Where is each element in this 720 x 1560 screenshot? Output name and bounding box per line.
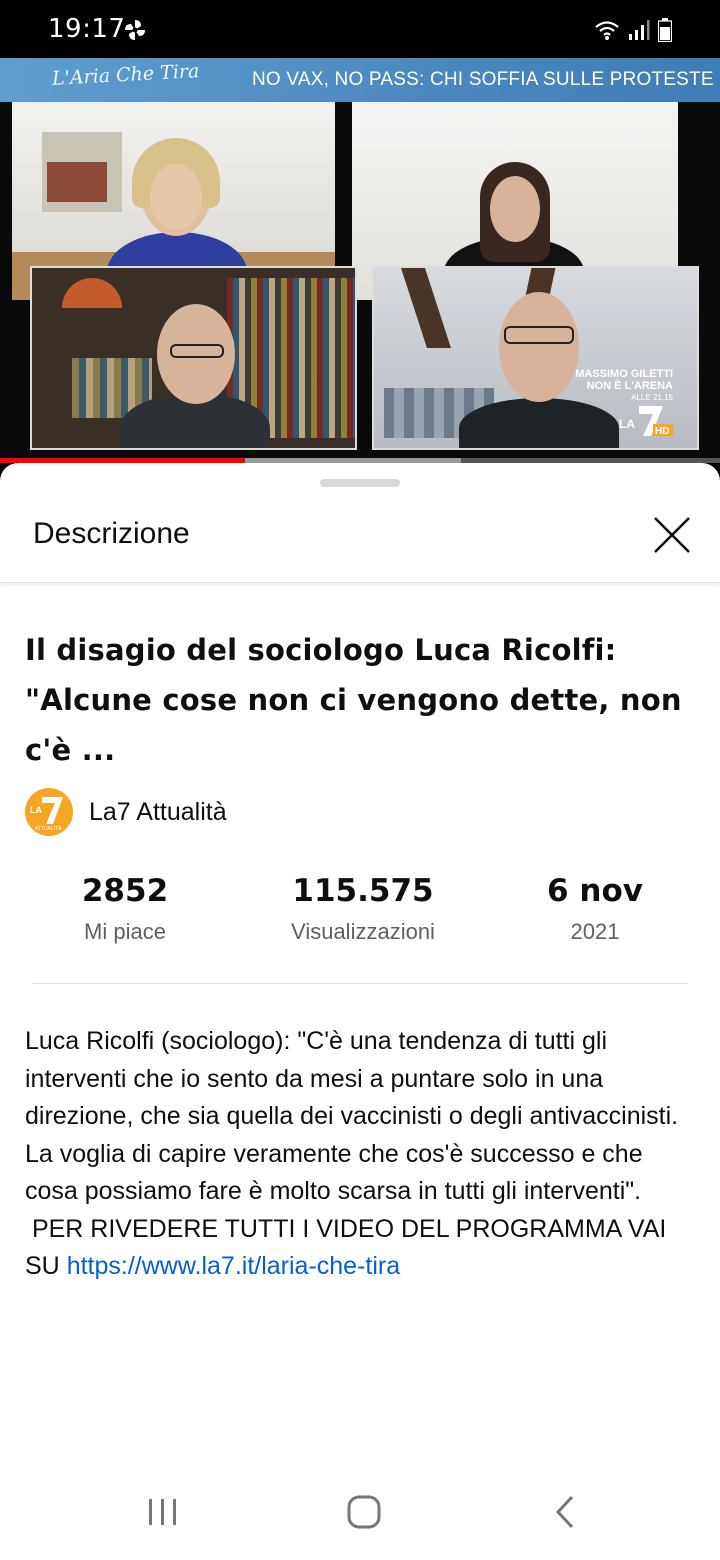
svg-text:ATTUALITÀ: ATTUALITÀ <box>35 825 62 832</box>
la7-hd-logo: LA HD <box>619 406 673 437</box>
channel-avatar[interactable]: LA ATTUALITÀ <box>25 788 73 836</box>
channel-row[interactable]: LA ATTUALITÀ La7 Attualità <box>25 788 227 836</box>
svg-text:LA: LA <box>619 417 635 431</box>
likes-count: 2852 <box>81 873 169 909</box>
banner-headline: NO VAX, NO PASS: CHI SOFFIA SULLE PROTES… <box>252 69 714 90</box>
publish-year: 2021 <box>570 919 620 944</box>
program-watermark: MASSIMO GILETTI NON È L'ARENA ALLE 21.15 <box>575 368 673 402</box>
likes-stat: 2852 Mi piace <box>50 873 200 945</box>
back-icon[interactable] <box>546 1492 586 1532</box>
description-body: Luca Ricolfi (sociologo): "C'è una tende… <box>25 1027 679 1280</box>
stats-row: 2852 Mi piace 115.575 Visualizzazioni 6 … <box>0 873 720 963</box>
wifi-icon <box>595 21 619 40</box>
status-time: 19:17 <box>48 14 126 44</box>
description-text: Luca Ricolfi (sociologo): "C'è una tende… <box>25 1023 697 1286</box>
views-stat: 115.575 Visualizzazioni <box>263 873 463 945</box>
video-panel-sociologist <box>30 266 357 450</box>
video-panel-guest-man: MASSIMO GILETTI NON È L'ARENA ALLE 21.15… <box>372 266 699 450</box>
divider <box>32 983 688 984</box>
channel-name[interactable]: La7 Attualità <box>89 798 227 827</box>
program-banner: L'Aria Che Tira NO VAX, NO PASS: CHI SOF… <box>0 58 720 102</box>
views-label: Visualizzazioni <box>291 919 435 944</box>
video-player[interactable]: L'Aria Che Tira NO VAX, NO PASS: CHI SOF… <box>0 58 720 458</box>
home-icon[interactable] <box>344 1492 384 1532</box>
recents-icon[interactable] <box>143 1492 183 1532</box>
sheet-title: Descrizione <box>33 517 190 550</box>
program-logo: L'Aria Che Tira <box>51 60 200 90</box>
signal-icon <box>629 20 650 40</box>
sheet-header: Descrizione <box>0 499 720 583</box>
likes-label: Mi piace <box>84 919 166 944</box>
views-count: 115.575 <box>292 873 434 909</box>
system-nav-bar <box>0 1462 720 1560</box>
video-title: Il disagio del sociologo Luca Ricolfi: "… <box>25 633 682 767</box>
description-link[interactable]: https://www.la7.it/laria-che-tira <box>67 1252 400 1280</box>
close-icon[interactable] <box>652 515 692 555</box>
status-bar: 19:17 <box>0 0 720 58</box>
publish-date: 6 nov <box>547 873 643 909</box>
svg-text:LA: LA <box>30 805 42 815</box>
description-sheet: Descrizione Il disagio del sociologo Luc… <box>0 463 720 1560</box>
svg-text:HD: HD <box>655 426 669 437</box>
battery-icon <box>658 18 672 42</box>
drag-handle[interactable] <box>320 479 400 487</box>
status-icons <box>594 18 672 42</box>
date-stat: 6 nov 2021 <box>520 873 670 945</box>
pinwheel-notification-icon <box>125 20 145 40</box>
